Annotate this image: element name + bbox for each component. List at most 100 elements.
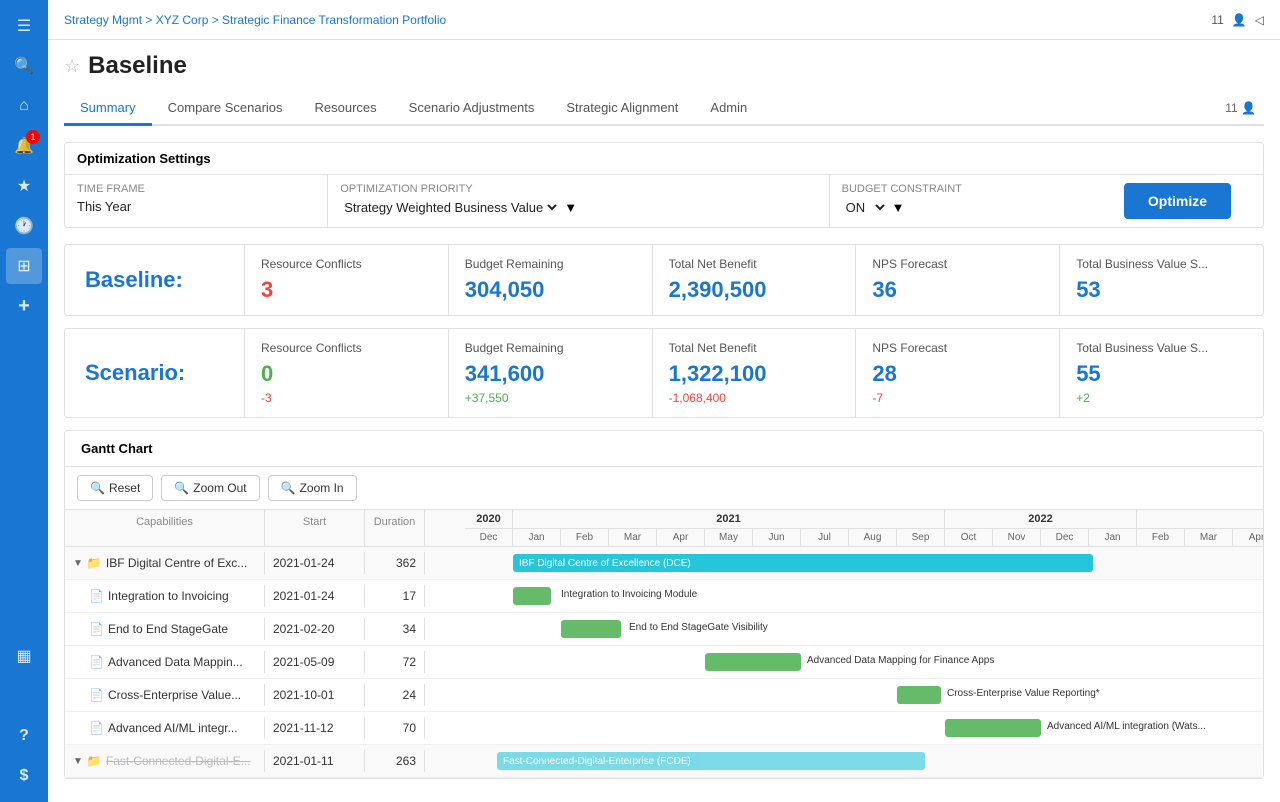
- menu-icon[interactable]: ☰: [6, 8, 42, 44]
- budget-constraint-select-wrap[interactable]: ON OFF ▼: [842, 199, 1080, 216]
- home-icon[interactable]: ⌂: [6, 88, 42, 124]
- month-dec-2021: Dec: [1041, 529, 1089, 546]
- opt-priority-select-wrap[interactable]: Strategy Weighted Business Value Score ▼: [340, 199, 816, 216]
- time-frame-value: This Year: [77, 199, 315, 214]
- content-area: ☆ Baseline Summary Compare Scenarios Res…: [48, 40, 1280, 802]
- gantt-bar-area: End to End StageGate Visibility: [465, 613, 1263, 645]
- baseline-total-bv-score: Total Business Value S... 53: [1060, 245, 1263, 315]
- doc-icon: 📄: [89, 721, 104, 735]
- zoom-in-button[interactable]: 🔍 Zoom In: [268, 475, 357, 501]
- gantt-bar-label-invoicing: Integration to Invoicing Module: [561, 589, 697, 600]
- gantt-left-data: ▼ 📁 IBF Digital Centre of Exc... 2021-01…: [65, 552, 465, 574]
- favorites-icon[interactable]: ★: [6, 168, 42, 204]
- budget-constraint-label: Budget Constraint: [842, 183, 1080, 195]
- opt-priority-select[interactable]: Strategy Weighted Business Value Score: [340, 199, 560, 216]
- metric-value: 3: [261, 277, 432, 303]
- person-icon[interactable]: 👤: [6, 678, 42, 714]
- metric-delta: +2: [1076, 391, 1247, 405]
- row-name: 📄 Integration to Invoicing: [65, 585, 265, 607]
- metric-value: 341,600: [465, 361, 636, 387]
- budget-constraint-select[interactable]: ON OFF: [842, 199, 888, 216]
- folder-icon: 📁: [87, 556, 102, 570]
- search-icon[interactable]: 🔍: [6, 48, 42, 84]
- row-name-text: End to End StageGate: [108, 622, 228, 636]
- metric-value: 2,390,500: [669, 277, 840, 303]
- tab-compare-scenarios[interactable]: Compare Scenarios: [152, 92, 299, 126]
- gantt-bar-label-stagegate: End to End StageGate Visibility: [629, 622, 768, 633]
- table-icon[interactable]: ▦: [6, 638, 42, 674]
- tabs-bar: Summary Compare Scenarios Resources Scen…: [64, 92, 1264, 126]
- reset-button[interactable]: 🔍 Reset: [77, 475, 153, 501]
- row-start: 2021-10-01: [265, 684, 365, 706]
- month-apr-2021: Apr: [657, 529, 705, 546]
- user-icon: 👤: [1232, 13, 1247, 27]
- gantt-row-crossenterprise: 📄 Cross-Enterprise Value... 2021-10-01 2…: [65, 679, 1263, 712]
- month-oct-2021: Oct: [945, 529, 993, 546]
- gantt-bar-invoicing: [513, 587, 551, 605]
- gantt-container: Capabilities Start Duration 2020 2021 20…: [65, 510, 1263, 778]
- row-name-text: Advanced Data Mappin...: [108, 655, 243, 669]
- gantt-left-data: 📄 End to End StageGate 2021-02-20 34: [65, 618, 465, 640]
- reset-label: Reset: [109, 481, 140, 495]
- row-start: 2021-01-11: [265, 750, 365, 772]
- month-mar-2022: Mar: [1185, 529, 1233, 546]
- clock-icon[interactable]: 🕐: [6, 208, 42, 244]
- doc-icon: 📄: [89, 688, 104, 702]
- metric-value: 36: [872, 277, 1043, 303]
- row-duration: 72: [365, 651, 425, 673]
- month-aug-2021: Aug: [849, 529, 897, 546]
- gantt-left-data: 📄 Advanced AI/ML integr... 2021-11-12 70: [65, 717, 465, 739]
- metric-delta: -7: [872, 391, 1043, 405]
- budget-dropdown-icon: ▼: [892, 200, 905, 215]
- gantt-row-aiml: 📄 Advanced AI/ML integr... 2021-11-12 70…: [65, 712, 1263, 745]
- title-star-icon[interactable]: ☆: [64, 56, 80, 77]
- scenario-total-net-benefit: Total Net Benefit 1,322,100 -1,068,400: [653, 329, 857, 417]
- gantt-header-row: Capabilities Start Duration 2020 2021 20…: [65, 510, 1263, 547]
- gantt-controls: 🔍 Reset 🔍 Zoom Out 🔍 Zoom In: [65, 467, 1263, 510]
- notification-icon[interactable]: 🔔 1: [6, 128, 42, 164]
- scenario-resource-conflicts: Resource Conflicts 0 -3: [245, 329, 449, 417]
- add-icon[interactable]: +: [6, 288, 42, 324]
- row-start: 2021-11-12: [265, 717, 365, 739]
- row-name: 📄 Advanced Data Mappin...: [65, 651, 265, 673]
- expand-icon[interactable]: ▼: [73, 558, 83, 569]
- gantt-row-datamapping: 📄 Advanced Data Mappin... 2021-05-09 72 …: [65, 646, 1263, 679]
- zoom-in-icon: 🔍: [281, 481, 296, 495]
- back-icon[interactable]: ◁: [1255, 13, 1264, 27]
- gantt-bar-label-datamapping: Advanced Data Mapping for Finance Apps: [807, 655, 994, 666]
- question-icon[interactable]: ?: [6, 718, 42, 754]
- row-name-text: Cross-Enterprise Value...: [108, 688, 241, 702]
- month-jan-2022: Jan: [1089, 529, 1137, 546]
- tab-user-count: 11 👤: [1225, 101, 1256, 115]
- time-frame-label: Time Frame: [77, 183, 315, 195]
- scenario-budget-remaining: Budget Remaining 341,600 +37,550: [449, 329, 653, 417]
- col-capabilities: Capabilities: [65, 510, 265, 546]
- metric-value: 28: [872, 361, 1043, 387]
- baseline-section: Baseline: Resource Conflicts 3 Budget Re…: [64, 244, 1264, 316]
- gantt-row-fcde-group: ▼ 📁 Fast-Connected-Digital-E... 2021-01-…: [65, 745, 1263, 778]
- opt-settings-title: Optimization Settings: [65, 143, 1263, 175]
- gantt-section: Gantt Chart 🔍 Reset 🔍 Zoom Out 🔍 Zoom In: [64, 430, 1264, 779]
- optimize-button[interactable]: Optimize: [1124, 183, 1231, 219]
- grid-icon[interactable]: ⊞: [6, 248, 42, 284]
- tab-scenario-adjustments[interactable]: Scenario Adjustments: [393, 92, 551, 126]
- row-start: 2021-01-24: [265, 585, 365, 607]
- zoom-out-button[interactable]: 🔍 Zoom Out: [161, 475, 259, 501]
- metric-title: Total Net Benefit: [669, 257, 840, 271]
- row-name: ▼ 📁 IBF Digital Centre of Exc...: [65, 552, 265, 574]
- metric-value: 55: [1076, 361, 1247, 387]
- gantt-year-row: 2020 2021 2022: [465, 510, 1263, 529]
- tab-admin[interactable]: Admin: [694, 92, 763, 126]
- breadcrumb: Strategy Mgmt > XYZ Corp > Strategic Fin…: [64, 13, 446, 27]
- row-name-text: Fast-Connected-Digital-E...: [106, 754, 251, 768]
- budget-constraint-col: Budget Constraint ON OFF ▼: [830, 175, 1092, 227]
- tab-resources[interactable]: Resources: [299, 92, 393, 126]
- metric-title: NPS Forecast: [872, 341, 1043, 355]
- dollar-icon[interactable]: $: [6, 758, 42, 794]
- month-sep-2021: Sep: [897, 529, 945, 546]
- tab-strategic-alignment[interactable]: Strategic Alignment: [550, 92, 694, 126]
- doc-icon: 📄: [89, 655, 104, 669]
- tab-summary[interactable]: Summary: [64, 92, 152, 126]
- expand-icon[interactable]: ▼: [73, 756, 83, 767]
- col-start: Start: [265, 510, 365, 546]
